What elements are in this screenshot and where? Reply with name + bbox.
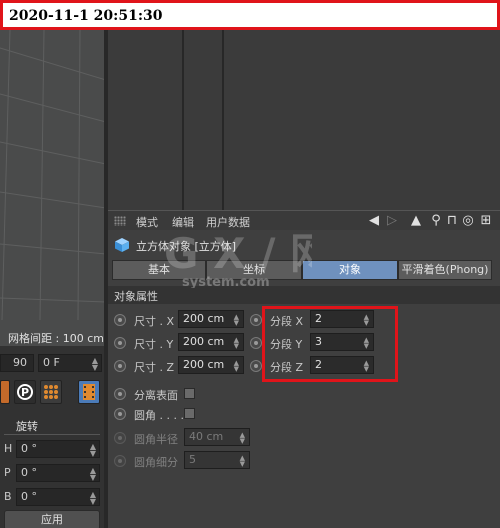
fillet-subdivision-value: 5 <box>189 453 196 466</box>
frame-number: 90 <box>13 356 27 369</box>
back-arrow-icon[interactable]: ◀ <box>366 213 382 229</box>
attribute-menubar: 模式 编辑 用户数据 ◀ ▷ ▲ ⚲ ⊓ ◎ ⊞ <box>108 210 500 230</box>
size-z-field[interactable]: 200 cm ▲ ▼ <box>178 356 244 374</box>
grip-handle-icon[interactable] <box>114 216 126 226</box>
film-strip-icon <box>83 384 95 400</box>
tab-basic[interactable]: 基本 <box>112 260 206 280</box>
separate-surfaces-label: 分离表面 <box>134 389 178 402</box>
fillet-subdivision-anim-toggle <box>114 455 126 467</box>
stepper-arrows-icon[interactable]: ▲ ▼ <box>90 491 96 506</box>
auto-key-button[interactable]: P <box>14 380 36 404</box>
segments-y-anim-toggle[interactable] <box>250 337 262 349</box>
grid-spacing-label: 网格间距 : 100 cm <box>8 332 104 345</box>
perspective-viewport[interactable]: 网格间距 : 100 cm <box>0 30 106 346</box>
separate-surfaces-anim-toggle[interactable] <box>114 388 126 400</box>
stepper-arrows-icon[interactable]: ▲ ▼ <box>90 467 96 482</box>
size-z-anim-toggle[interactable] <box>114 360 126 372</box>
p-key-icon: P <box>17 384 33 400</box>
size-y-anim-toggle[interactable] <box>114 337 126 349</box>
fillet-radius-anim-toggle <box>114 432 126 444</box>
svg-text:P: P <box>21 386 29 399</box>
size-z-label: 尺寸 . Z <box>134 361 175 374</box>
divider <box>4 434 100 435</box>
cube-icon <box>115 238 129 252</box>
tab-phong[interactable]: 平滑着色(Phong) <box>398 260 492 280</box>
rotation-b-field[interactable]: 0 ° ▲ ▼ <box>16 488 100 506</box>
stepper-arrows-icon[interactable]: ▲ ▼ <box>234 337 239 350</box>
timestamp-bar: 2020-11-1 20:51:30 <box>0 0 500 30</box>
stepper-arrows-icon[interactable]: ▲ ▼ <box>92 357 98 372</box>
rotation-title: 旋转 <box>16 420 38 433</box>
stepper-arrows-icon: ▲ ▼ <box>239 431 245 445</box>
stepper-arrows-icon: ▲ ▼ <box>239 454 245 468</box>
rotation-h-label: H <box>4 442 13 455</box>
record-button[interactable] <box>0 380 10 404</box>
forward-arrow-icon[interactable]: ▷ <box>384 213 400 229</box>
segments-highlight-box <box>262 306 398 382</box>
fillet-anim-toggle[interactable] <box>114 408 126 420</box>
apply-button[interactable]: 应用 <box>4 510 100 528</box>
stepper-arrows-icon[interactable]: ▲ ▼ <box>90 443 96 458</box>
size-x-value: 200 cm <box>183 312 225 325</box>
current-frame-value: 0 F <box>43 356 60 369</box>
rotation-p-label: P <box>4 466 11 479</box>
size-z-value: 200 cm <box>183 358 225 371</box>
size-y-label: 尺寸 . Y <box>134 338 174 351</box>
fillet-radius-label: 圆角半径 <box>134 433 178 446</box>
size-y-value: 200 cm <box>183 335 225 348</box>
current-frame-field[interactable]: 0 F ▲ ▼ <box>38 354 102 372</box>
separate-surfaces-checkbox[interactable] <box>184 388 195 399</box>
rotation-h-field[interactable]: 0 ° ▲ ▼ <box>16 440 100 458</box>
viewport-grid <box>0 30 106 321</box>
segments-x-anim-toggle[interactable] <box>250 314 262 326</box>
column-divider <box>222 30 224 210</box>
object-title-row: 立方体对象 [立方体] <box>108 234 500 256</box>
timestamp-text: 2020-11-1 20:51:30 <box>9 8 163 24</box>
rotation-p-field[interactable]: 0 ° ▲ ▼ <box>16 464 100 482</box>
rotation-b-label: B <box>4 490 12 503</box>
object-manager-panel <box>108 30 500 210</box>
menu-user-data[interactable]: 用户数据 <box>206 214 250 230</box>
fillet-subdivision-field: 5 ▲ ▼ <box>184 451 250 469</box>
film-button[interactable] <box>78 380 100 404</box>
column-divider <box>182 30 184 210</box>
rotation-p-value: 0 ° <box>21 466 37 479</box>
new-panel-icon[interactable]: ⊞ <box>478 213 494 229</box>
fillet-checkbox[interactable] <box>184 408 195 419</box>
dots-grid-icon <box>44 385 58 399</box>
menu-edit[interactable]: 编辑 <box>172 214 194 230</box>
stepper-arrows-icon[interactable]: ▲ ▼ <box>234 360 239 373</box>
size-x-label: 尺寸 . X <box>134 315 175 328</box>
pointer-up-icon[interactable]: ▲ <box>408 213 424 229</box>
section-object-properties: 对象属性 <box>108 286 500 304</box>
search-icon[interactable]: ⚲ <box>428 213 444 229</box>
object-title: 立方体对象 [立方体] <box>136 240 237 253</box>
fillet-subdivision-label: 圆角细分 <box>134 456 178 469</box>
size-x-field[interactable]: 200 cm ▲ ▼ <box>178 310 244 328</box>
segments-z-anim-toggle[interactable] <box>250 360 262 372</box>
rotation-b-value: 0 ° <box>21 490 37 503</box>
rotation-h-value: 0 ° <box>21 442 37 455</box>
target-icon[interactable]: ◎ <box>460 213 476 229</box>
size-x-anim-toggle[interactable] <box>114 314 126 326</box>
lock-icon[interactable]: ⊓ <box>444 213 460 229</box>
attribute-tabs: 基本 坐标 对象 平滑着色(Phong) <box>112 260 496 280</box>
tab-coordinates[interactable]: 坐标 <box>206 260 302 280</box>
fillet-radius-field: 40 cm ▲ ▼ <box>184 428 250 446</box>
keyframe-grid-button[interactable] <box>40 380 62 404</box>
fillet-radius-value: 40 cm <box>189 430 224 443</box>
stepper-arrows-icon[interactable]: ▲ ▼ <box>234 314 239 327</box>
tab-object[interactable]: 对象 <box>302 260 398 280</box>
size-y-field[interactable]: 200 cm ▲ ▼ <box>178 333 244 351</box>
fillet-label: 圆角 . . . . <box>134 409 184 422</box>
menu-mode[interactable]: 模式 <box>136 214 158 230</box>
frame-number-field[interactable]: 90 <box>0 354 34 372</box>
